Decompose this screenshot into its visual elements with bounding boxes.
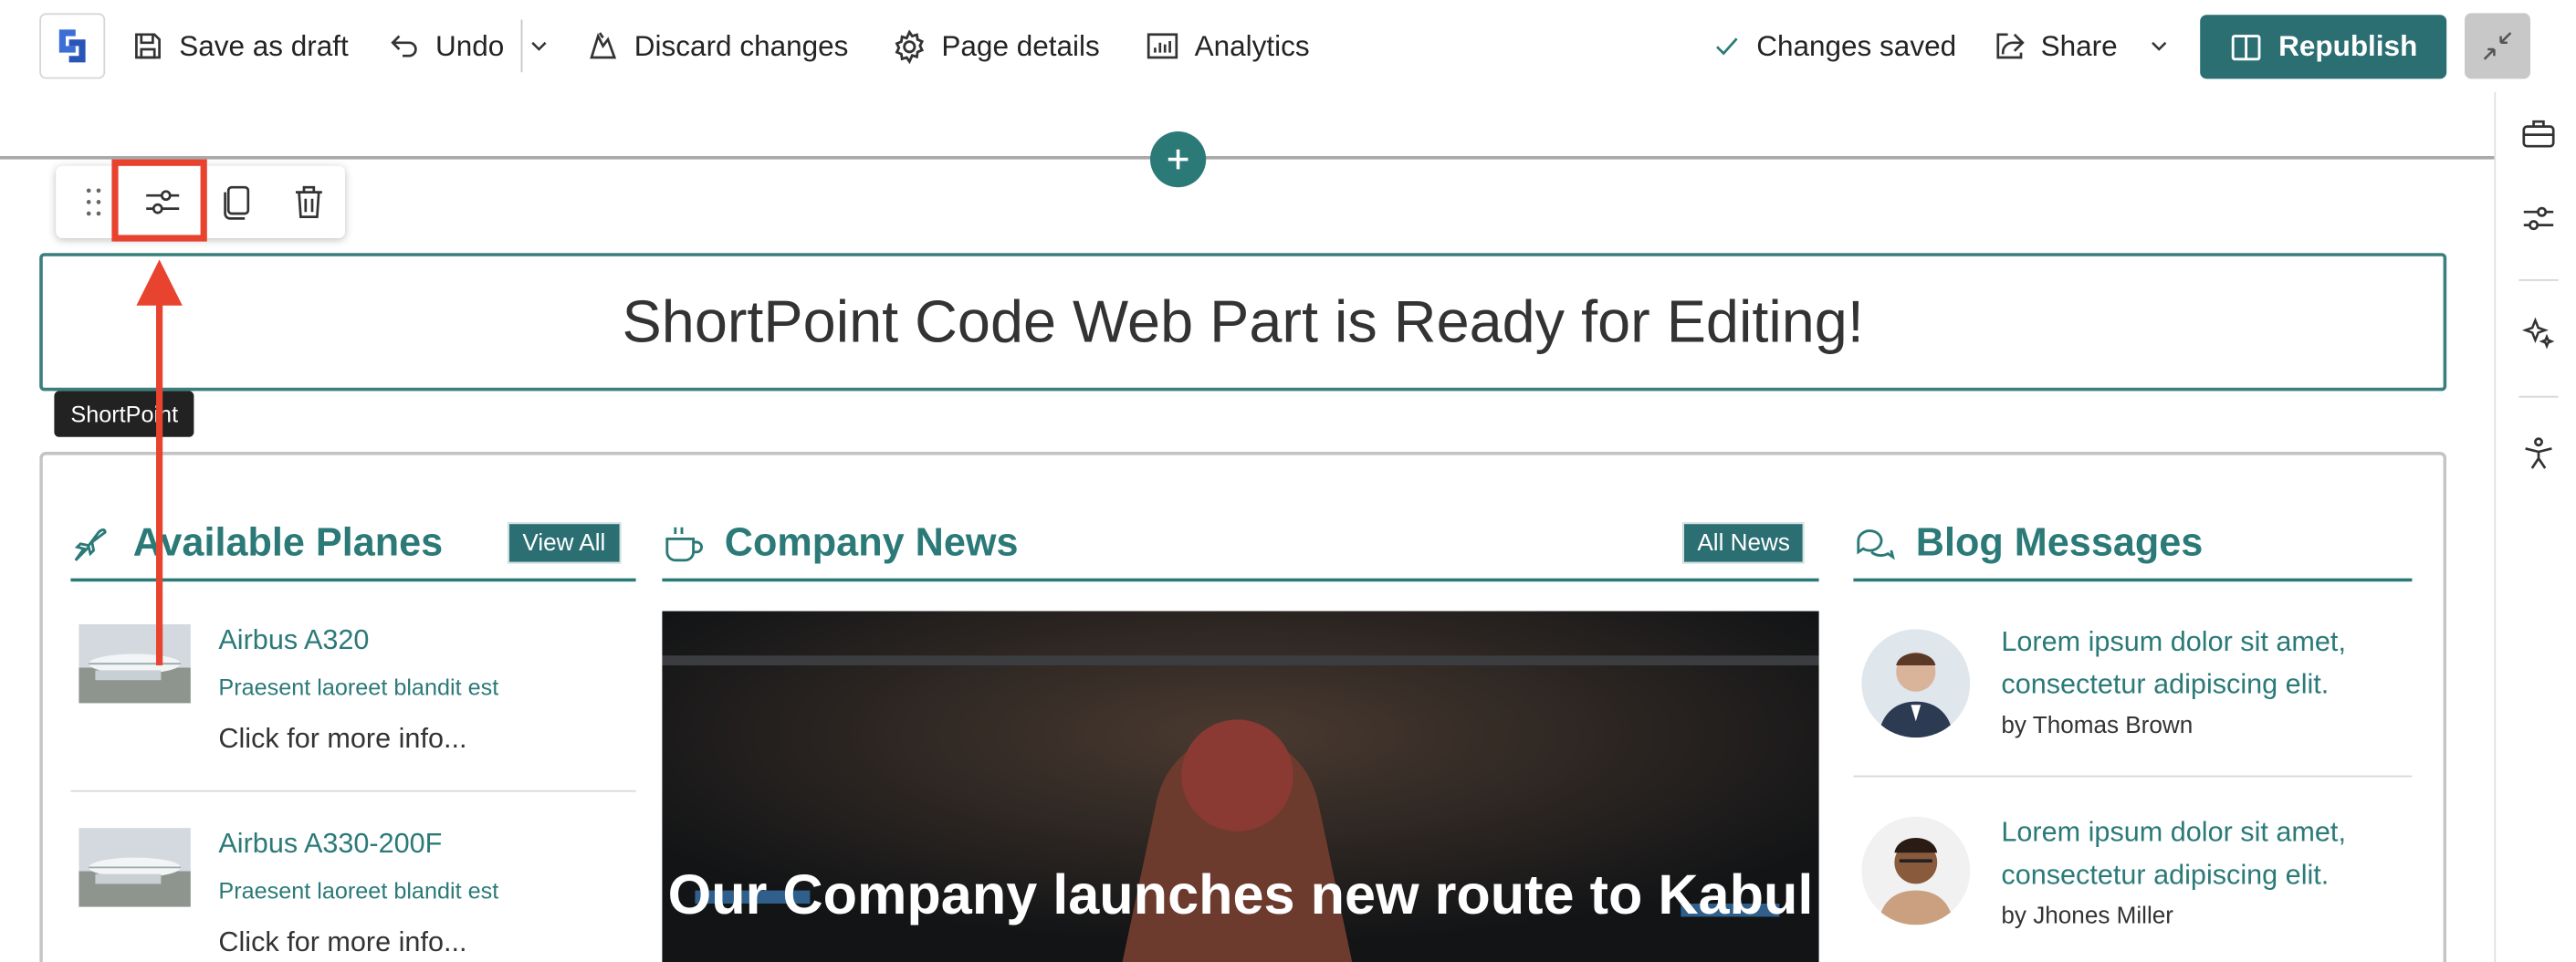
planes-title: Available Planes <box>132 520 444 566</box>
share-label: Share <box>2040 28 2118 62</box>
delete-button[interactable] <box>279 166 339 238</box>
undo-button[interactable]: Undo <box>388 0 505 92</box>
blog-excerpt[interactable]: Lorem ipsum dolor sit amet, consectetur … <box>2001 811 2412 897</box>
chevron-down-icon <box>2151 41 2166 51</box>
save-as-draft-label: Save as draft <box>179 28 349 62</box>
list-divider <box>70 789 636 792</box>
accessibility-icon[interactable] <box>2520 435 2557 472</box>
list-item[interactable]: Lorem ipsum dolor sit amet, consectetur … <box>1853 621 2412 769</box>
undo-dropdown-button[interactable] <box>529 0 550 92</box>
shortpoint-webpart[interactable]: ShortPoint Code Web Part is Ready for Ed… <box>39 253 2447 392</box>
analytics-button[interactable]: Analytics <box>1146 0 1310 92</box>
plane-image <box>79 828 191 907</box>
list-divider <box>1853 775 2413 778</box>
republish-label: Republish <box>2278 29 2418 63</box>
discard-changes-button[interactable]: Discard changes <box>587 0 849 92</box>
drag-dots-icon <box>86 188 101 216</box>
rail-separator <box>2518 395 2559 398</box>
plane-name[interactable]: Airbus A330-200F <box>218 828 442 861</box>
webpart-message: ShortPoint Code Web Part is Ready for Ed… <box>622 288 1864 355</box>
right-toolbox-rail <box>2494 91 2576 962</box>
trash-icon <box>295 185 322 218</box>
save-as-draft-button[interactable]: Save as draft <box>131 0 349 92</box>
news-header: Company News <box>662 509 1819 582</box>
blog-header: Blog Messages <box>1853 509 2413 582</box>
share-icon <box>1996 33 2025 59</box>
news-headline[interactable]: Our Company launches new route to Kabul <box>662 858 1818 934</box>
chevron-down-icon <box>531 41 547 51</box>
properties-sliders-icon[interactable] <box>2520 201 2557 237</box>
collapse-button[interactable] <box>2465 13 2530 79</box>
page-details-button[interactable]: Page details <box>892 0 1100 92</box>
plane-subtitle: Praesent laoreet blandit est <box>218 674 499 700</box>
avatar <box>1861 629 1971 738</box>
blog-author: by Jhones Miller <box>2001 904 2173 930</box>
plane-subtitle: Praesent laoreet blandit est <box>218 877 499 904</box>
blog-author: by Thomas Brown <box>2001 713 2194 739</box>
chat-bubbles-icon <box>1857 529 1895 560</box>
list-item[interactable]: Lorem ipsum dolor sit amet, consectetur … <box>1853 811 2412 959</box>
duplicate-button[interactable] <box>207 166 267 238</box>
undo-icon <box>391 35 417 58</box>
discard-changes-label: Discard changes <box>634 28 849 62</box>
more-info-link[interactable]: Click for more info... <box>218 723 466 756</box>
list-item[interactable]: Airbus A330-200F Praesent laoreet blandi… <box>70 825 635 962</box>
toolbox-icon[interactable] <box>2520 117 2557 153</box>
book-open-icon <box>2231 34 2260 60</box>
section-divider <box>0 156 2495 160</box>
save-icon <box>135 33 161 59</box>
sparkle-icon[interactable] <box>2520 316 2557 352</box>
copy-icon <box>224 185 250 220</box>
plane-image <box>79 624 191 704</box>
republish-button[interactable]: Republish <box>2200 15 2447 79</box>
command-bar: Save as draft Undo Discard changes Page … <box>0 0 2576 92</box>
coffee-cup-icon <box>665 527 703 562</box>
plus-icon <box>1168 149 1189 170</box>
rail-separator <box>2518 279 2559 281</box>
news-featured-image[interactable]: Our Company launches new route to Kabul <box>662 611 1819 962</box>
page-details-label: Page details <box>941 28 1100 62</box>
blog-title: Blog Messages <box>1915 520 2204 566</box>
collapse-arrows-icon <box>2483 32 2512 60</box>
discard-icon <box>590 32 617 59</box>
checkmark-icon <box>1716 37 1738 56</box>
gear-icon <box>895 28 925 64</box>
share-button[interactable]: Share <box>1993 0 2168 92</box>
analytics-label: Analytics <box>1194 28 1310 62</box>
more-info-link[interactable]: Click for more info... <box>218 926 466 959</box>
list-item[interactable]: Airbus A320 Praesent laoreet blandit est… <box>70 621 635 785</box>
undo-separator <box>520 19 523 73</box>
avatar <box>1861 816 1971 925</box>
all-news-button[interactable]: All News <box>1682 522 1806 564</box>
plane-name[interactable]: Airbus A320 <box>218 624 369 657</box>
undo-label: Undo <box>435 28 505 62</box>
changes-saved-label: Changes saved <box>1756 28 1957 62</box>
news-title: Company News <box>724 520 1019 566</box>
plane-icon <box>74 528 107 561</box>
highlight-annotation <box>111 159 207 242</box>
blog-excerpt[interactable]: Lorem ipsum dolor sit amet, consectetur … <box>2001 621 2412 706</box>
add-section-button[interactable] <box>1150 131 1207 188</box>
changes-saved-status: Changes saved <box>1712 0 1957 92</box>
analytics-icon <box>1147 33 1178 59</box>
view-all-button[interactable]: View All <box>508 522 621 564</box>
webpart-name-tooltip: ShortPoint <box>54 391 195 437</box>
app-logo-icon[interactable] <box>39 13 106 79</box>
